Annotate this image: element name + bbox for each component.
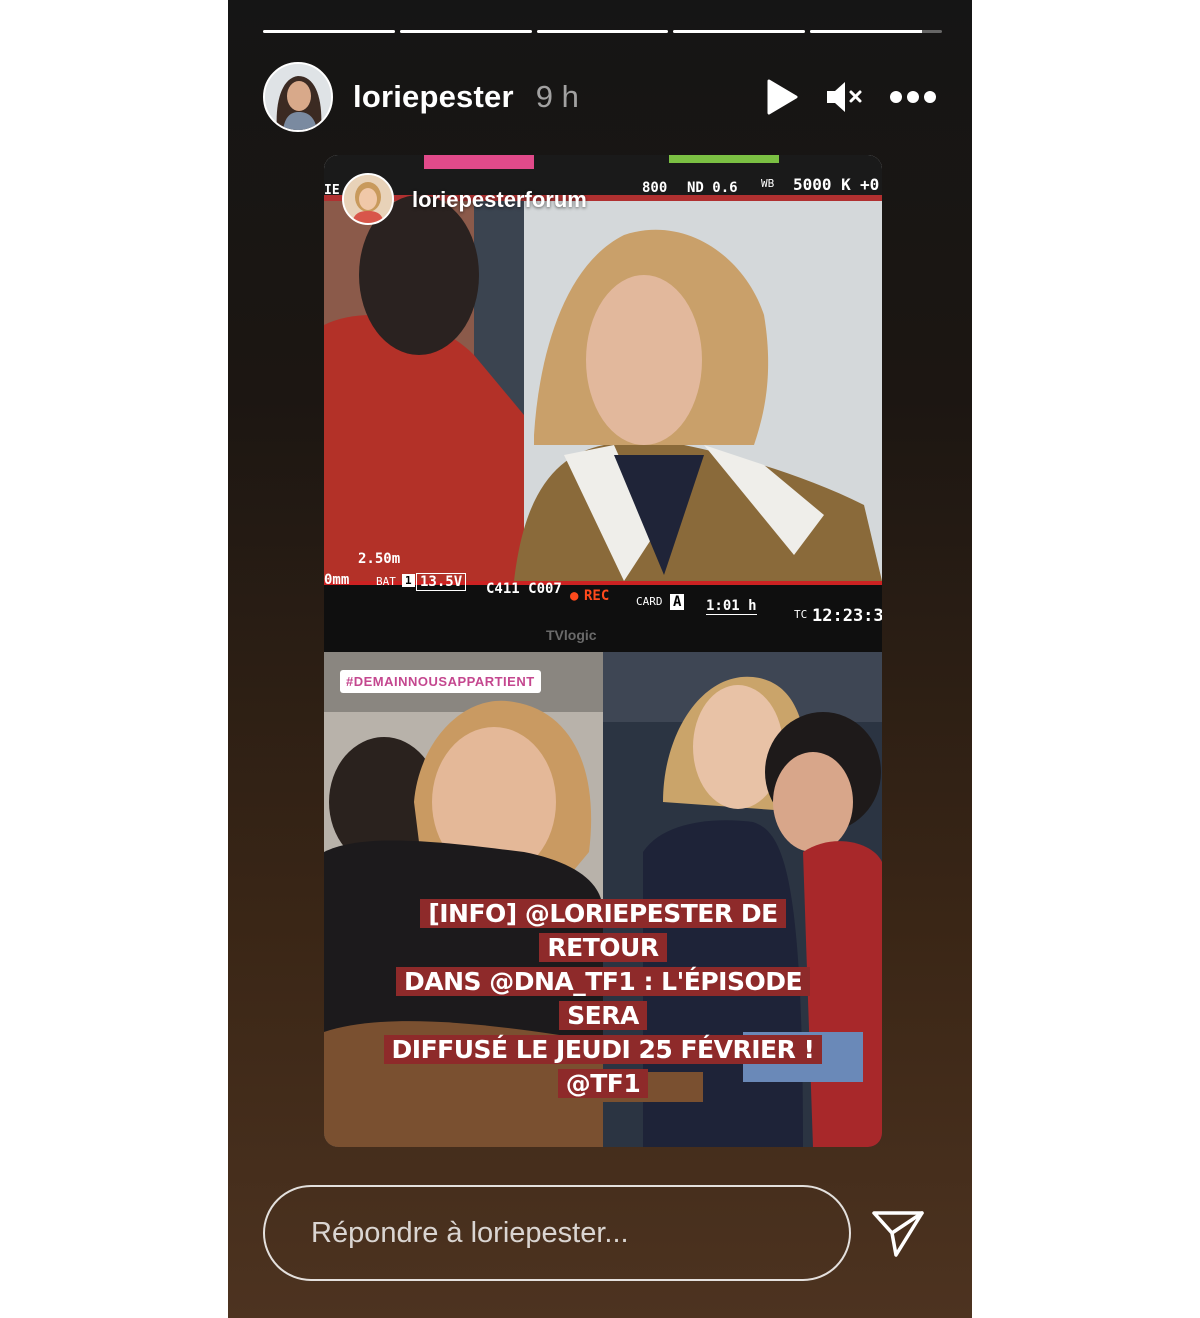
repost-avatar[interactable] <box>342 173 394 225</box>
send-icon[interactable] <box>868 1203 928 1263</box>
monitor-brand: TVlogic <box>546 627 597 643</box>
caption-line: DANS @DNA_TF1 : L'ÉPISODE SERA <box>395 967 811 1030</box>
monitor-bat-label: BAT <box>376 575 396 588</box>
monitor-bat-index: 1 <box>402 574 415 587</box>
play-icon[interactable] <box>765 78 799 116</box>
story-progress-bar <box>263 30 942 34</box>
username[interactable]: loriepester <box>353 79 514 115</box>
reply-input[interactable]: Répondre à loriepester... <box>263 1185 851 1281</box>
monitor-focal: 0mm <box>324 572 350 588</box>
monitor-clip: C411 C007 <box>486 581 562 597</box>
monitor-card-label: CARD <box>636 595 663 608</box>
caption-line: [INFO] @LORIEPESTER DE RETOUR <box>420 899 786 962</box>
monitor-photo: IE 800 ND 0.6 WB 5000 K +0 loriepesterfo… <box>324 155 882 652</box>
more-icon[interactable] <box>889 90 937 104</box>
monitor-wb: 5000 K <box>793 175 851 194</box>
story-header: loriepester 9 h <box>263 61 937 133</box>
reply-placeholder: Répondre à loriepester... <box>311 1216 629 1249</box>
monitor-rec-dot: ● <box>570 588 579 604</box>
monitor-iso: 800 <box>642 180 668 196</box>
monitor-rec: REC <box>584 588 610 604</box>
story-viewer: loriepester 9 h IE 800 ND 0.6 WB 5000 K … <box>228 0 972 1318</box>
post-time: 9 h <box>535 79 579 114</box>
monitor-bat-value: 13.5V <box>416 573 467 591</box>
monitor-wb-label: WB <box>761 177 775 190</box>
monitor-card-time: 1:01 h <box>706 598 757 615</box>
caption-line: DIFFUSÉ LE JEUDI 25 FÉVRIER ! @TF1 <box>383 1035 823 1098</box>
monitor-tc: 12:23:32 <box>812 606 882 626</box>
monitor-distance: 2.50m <box>358 551 401 567</box>
progress-segment <box>536 30 669 33</box>
avatar[interactable] <box>263 62 333 132</box>
story-controls <box>765 78 937 116</box>
muted-speaker-icon[interactable] <box>825 79 863 115</box>
story-caption: [INFO] @LORIEPESTER DE RETOUR DANS @DNA_… <box>380 897 826 1101</box>
monitor-tc-label: TC <box>794 608 808 621</box>
hashtag-sticker[interactable]: #DEMAINNOUSAPPARTIENT <box>340 670 541 693</box>
progress-segment <box>399 30 532 33</box>
story-media[interactable]: IE 800 ND 0.6 WB 5000 K +0 loriepesterfo… <box>324 155 882 1147</box>
monitor-plus: +0 <box>860 175 880 194</box>
monitor-nd: ND 0.6 <box>687 180 738 196</box>
progress-segment <box>673 30 806 33</box>
repost-username[interactable]: loriepesterforum <box>412 187 587 213</box>
monitor-top-left: IE <box>324 183 340 198</box>
progress-segment <box>810 30 942 33</box>
progress-segment <box>263 30 395 33</box>
monitor-card-slot: A <box>670 594 685 610</box>
